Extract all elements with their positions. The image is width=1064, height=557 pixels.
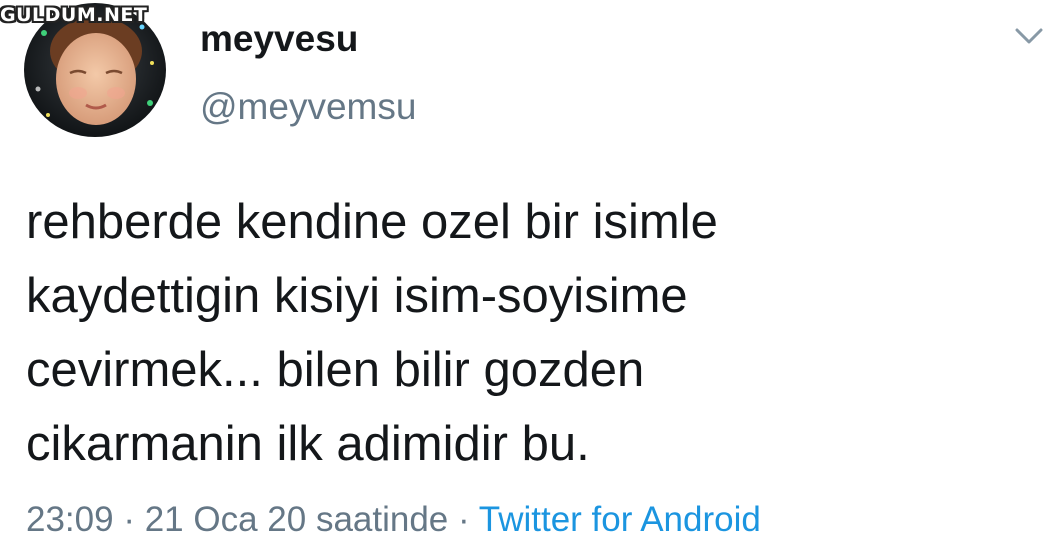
tweet-source-link[interactable]: Twitter for Android	[479, 500, 761, 539]
tweet-date[interactable]: 21 Oca 20 saatinde	[145, 500, 449, 539]
meta-separator: ·	[458, 500, 470, 539]
meta-separator: ·	[123, 500, 135, 539]
display-name[interactable]: meyvesu	[200, 18, 358, 60]
tweet-text: rehberde kendine ozel bir isimle kaydett…	[26, 195, 718, 471]
tweet-card: GULDUM.NET meyvesu @meyvemsu rehberde ke…	[0, 0, 1064, 557]
user-handle[interactable]: @meyvemsu	[200, 86, 416, 128]
watermark-logo: GULDUM.NET	[0, 4, 148, 26]
chevron-down-icon[interactable]	[1014, 26, 1044, 46]
tweet-meta: 23:09 · 21 Oca 20 saatinde · Twitter for…	[26, 500, 761, 540]
tweet-time[interactable]: 23:09	[26, 500, 114, 539]
